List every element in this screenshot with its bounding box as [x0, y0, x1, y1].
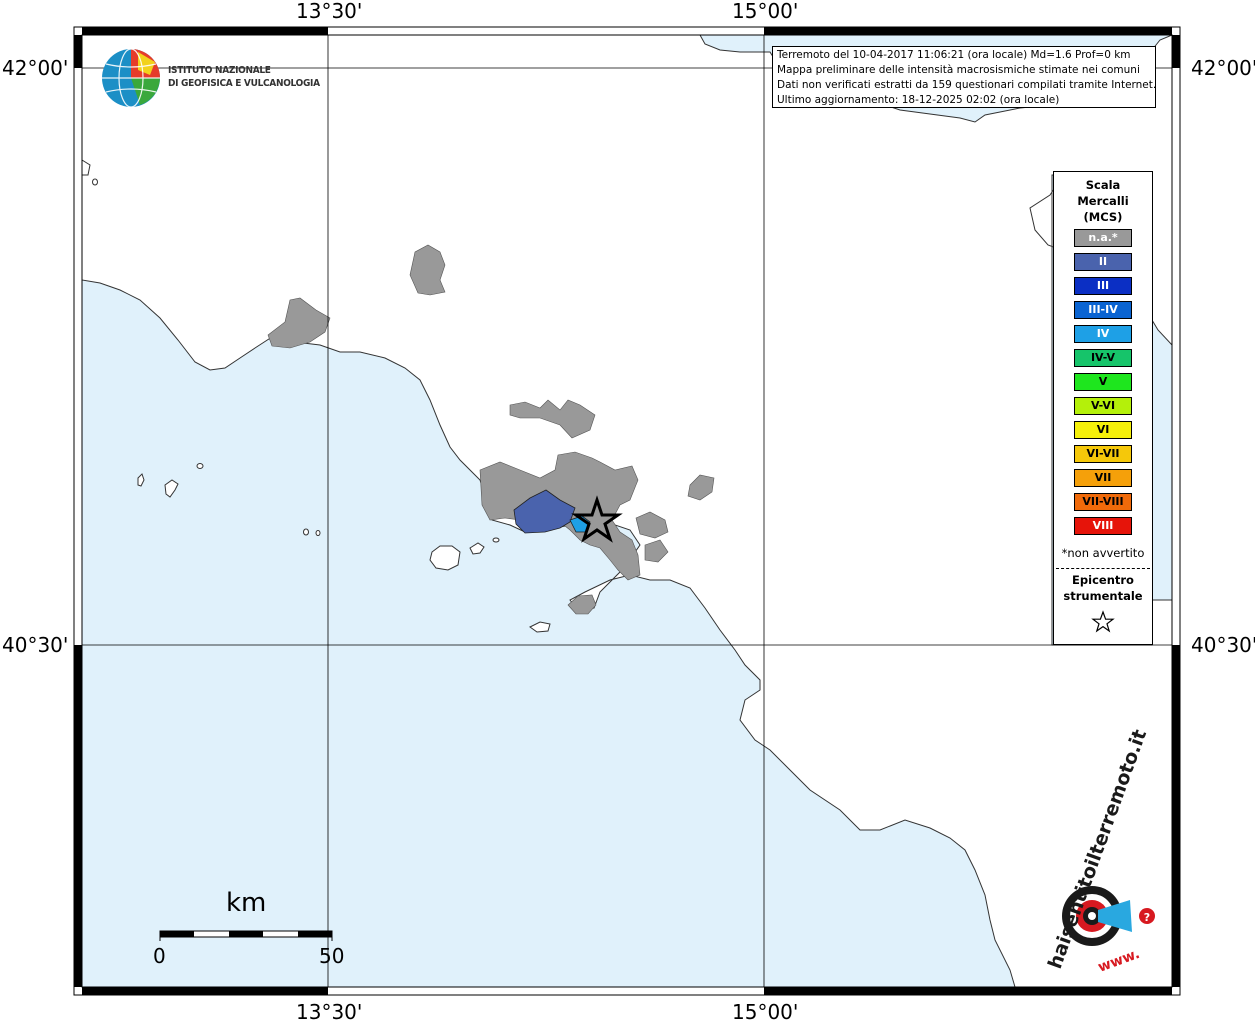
islet: [92, 178, 98, 186]
legend-swatch: n.a.*: [1074, 229, 1132, 247]
lat-label-right-2: 40°30': [1191, 633, 1255, 657]
lon-label-bottom-1: 13°30': [296, 1000, 363, 1024]
legend-epi-1: Epicentro: [1072, 573, 1134, 587]
lat-label-left-1: 42°00': [2, 56, 69, 80]
legend-swatch: VIII: [1074, 517, 1132, 535]
info-line-3: Dati non verificati estratti da 159 ques…: [777, 79, 1156, 91]
ingv-logo-icon: [102, 48, 160, 108]
legend-title-2: Mercalli: [1077, 194, 1129, 208]
lat-label-left-2: 40°30': [2, 633, 69, 657]
legend-swatch: V-VI: [1074, 397, 1132, 415]
islet: [492, 537, 500, 543]
legend-swatch: VI: [1074, 421, 1132, 439]
legend-title: Scala Mercalli (MCS): [1054, 177, 1152, 225]
ingv-line-2: DI GEOFISICA E VULCANOLOGIA: [168, 78, 320, 89]
legend-swatch: VII-VIII: [1074, 493, 1132, 511]
legend-star-icon: [1091, 610, 1115, 633]
ingv-logo-text: ISTITUTO NAZIONALE DI GEOFISICA E VULCAN…: [168, 64, 320, 90]
scale-unit: km: [226, 888, 267, 918]
lon-label-bottom-2: 15°00': [732, 1000, 799, 1024]
legend-swatch: IV-V: [1074, 349, 1132, 367]
legend-swatch: II: [1074, 253, 1132, 271]
scale-start: 0: [153, 944, 166, 968]
info-line-4: Ultimo aggiornamento: 18-12-2025 02:02 (…: [777, 94, 1060, 106]
legend-swatch: VI-VII: [1074, 445, 1132, 463]
event-info-box: Terremoto del 10-04-2017 11:06:21 (ora l…: [772, 46, 1156, 108]
legend-swatch: V: [1074, 373, 1132, 391]
islet: [315, 530, 321, 536]
lon-label-top-1: 13°30': [296, 0, 363, 23]
legend-swatch: III: [1074, 277, 1132, 295]
islet: [196, 463, 204, 469]
scale-end: 50: [319, 944, 345, 968]
legend-epicenter-label: Epicentro strumentale: [1054, 572, 1152, 604]
info-line-1: Terremoto del 10-04-2017 11:06:21 (ora l…: [777, 49, 1131, 61]
legend-epi-2: strumentale: [1063, 589, 1143, 603]
legend-swatch: III-IV: [1074, 301, 1132, 319]
svg-text:?: ?: [1144, 911, 1150, 924]
legend-title-3: (MCS): [1083, 210, 1123, 224]
lat-label-right-1: 42°00': [1191, 56, 1255, 80]
legend-note: *non avvertito: [1061, 546, 1145, 560]
ingv-line-1: ISTITUTO NAZIONALE: [168, 65, 271, 76]
legend-divider: [1056, 568, 1150, 569]
legend-swatch: VII: [1074, 469, 1132, 487]
islet: [303, 528, 309, 536]
legend: Scala Mercalli (MCS) n.a.* II III III-IV IV I…: [1053, 171, 1153, 645]
lon-label-top-2: 15°00': [732, 0, 799, 23]
info-line-2: Mappa preliminare delle intensità macros…: [777, 64, 1140, 76]
legend-title-1: Scala: [1085, 178, 1121, 192]
legend-swatch: IV: [1074, 325, 1132, 343]
island-ischia: [429, 545, 461, 571]
